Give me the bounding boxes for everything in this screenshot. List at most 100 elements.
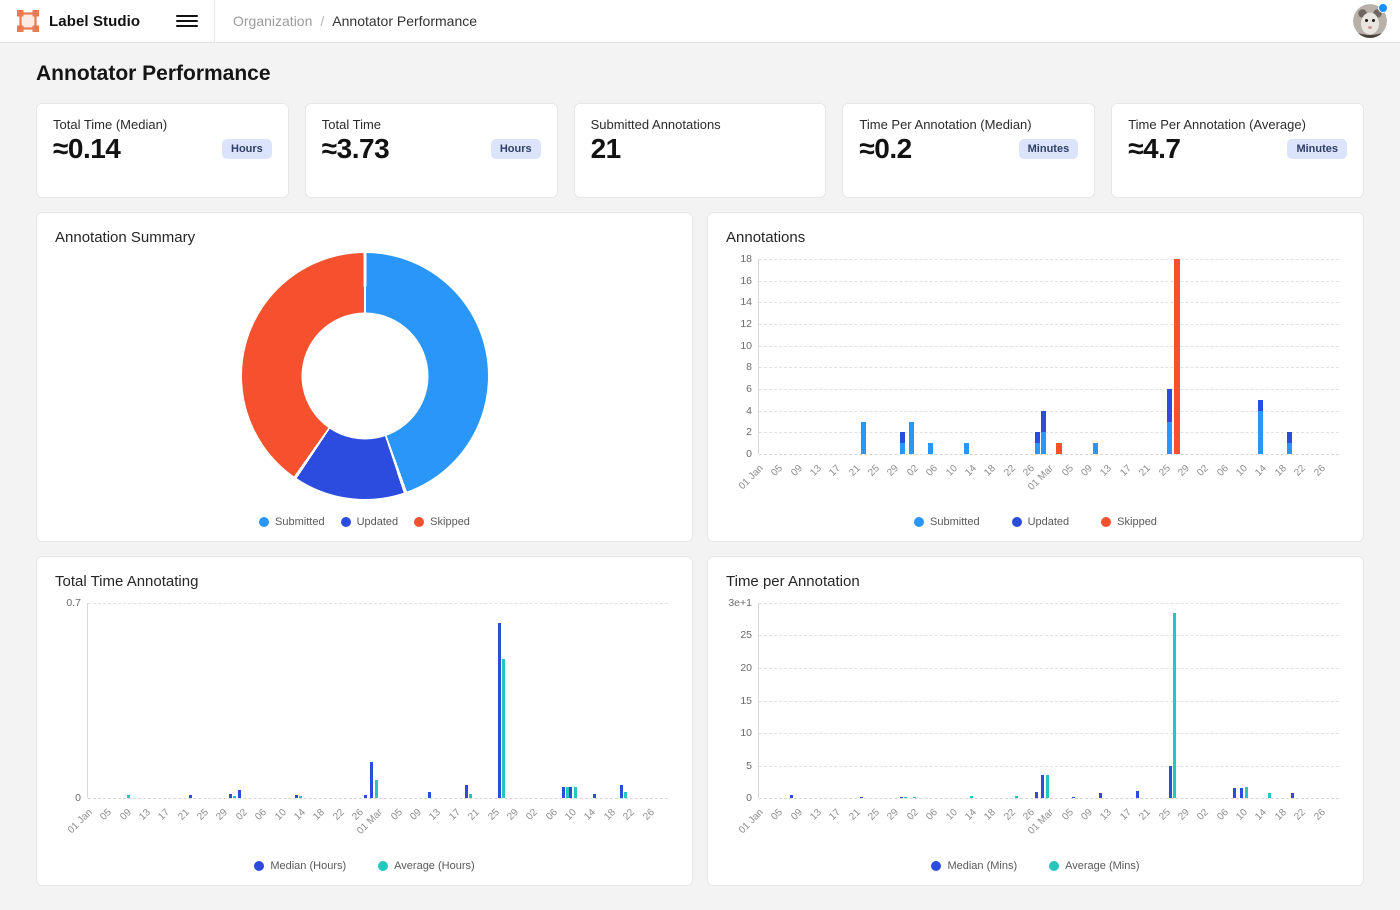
bar-segment bbox=[1245, 787, 1248, 798]
legend-item-updated[interactable]: Updated bbox=[341, 516, 399, 528]
bar-segment bbox=[620, 785, 623, 798]
bar[interactable] bbox=[1136, 603, 1139, 798]
legend-item-updated[interactable]: Updated bbox=[1012, 516, 1070, 528]
bar[interactable] bbox=[1240, 603, 1243, 798]
bar[interactable] bbox=[970, 603, 973, 798]
bar[interactable] bbox=[375, 603, 378, 798]
x-axis-label: 22 bbox=[1002, 807, 1018, 823]
legend-item-average-hours-[interactable]: Average (Hours) bbox=[378, 860, 475, 872]
legend-dot bbox=[914, 517, 924, 527]
legend-item-submitted[interactable]: Submitted bbox=[259, 516, 325, 528]
bar[interactable] bbox=[1072, 603, 1075, 798]
x-axis-label: 14 bbox=[1254, 463, 1270, 479]
bar[interactable] bbox=[498, 603, 501, 798]
bar[interactable] bbox=[860, 603, 863, 798]
x-axis-label: 09 bbox=[118, 807, 134, 823]
x-axis-label: 01 Jan bbox=[66, 807, 95, 836]
y-axis-label: 0 bbox=[746, 448, 752, 460]
bar[interactable] bbox=[1093, 259, 1098, 454]
user-avatar[interactable] bbox=[1353, 4, 1387, 38]
bar[interactable] bbox=[189, 603, 192, 798]
bar[interactable] bbox=[1233, 603, 1236, 798]
bar[interactable] bbox=[1167, 259, 1172, 454]
bar-segment bbox=[1169, 766, 1172, 798]
bar[interactable] bbox=[900, 259, 905, 454]
y-axis-label: 3e+1 bbox=[728, 597, 752, 609]
bar[interactable] bbox=[1041, 259, 1046, 454]
bar[interactable] bbox=[127, 603, 130, 798]
plot-area: 0.70 bbox=[87, 603, 668, 798]
bar[interactable] bbox=[574, 603, 577, 798]
bar[interactable] bbox=[1258, 259, 1263, 454]
bar[interactable] bbox=[1041, 603, 1044, 798]
bar[interactable] bbox=[1173, 603, 1176, 798]
bar[interactable] bbox=[913, 603, 916, 798]
bar[interactable] bbox=[1035, 259, 1040, 454]
bar[interactable] bbox=[428, 603, 431, 798]
bar-segment bbox=[502, 659, 505, 798]
bar[interactable] bbox=[1015, 603, 1018, 798]
bar[interactable] bbox=[1291, 603, 1294, 798]
bar[interactable] bbox=[1099, 603, 1102, 798]
bar[interactable] bbox=[469, 603, 472, 798]
legend-label: Submitted bbox=[275, 516, 325, 528]
bar[interactable] bbox=[861, 259, 866, 454]
bar[interactable] bbox=[1174, 259, 1180, 454]
bar[interactable] bbox=[1056, 259, 1062, 454]
donut-chart[interactable] bbox=[242, 253, 488, 499]
x-axis-label: 18 bbox=[983, 807, 999, 823]
stat-card-submitted-annotations: Submitted Annotations 21 bbox=[574, 103, 827, 198]
x-axis-label: 13 bbox=[1099, 463, 1115, 479]
legend-item-submitted[interactable]: Submitted bbox=[914, 516, 980, 528]
legend-item-median-hours-[interactable]: Median (Hours) bbox=[254, 860, 346, 872]
bar[interactable] bbox=[233, 603, 236, 798]
bar[interactable] bbox=[364, 603, 367, 798]
legend-item-skipped[interactable]: Skipped bbox=[414, 516, 470, 528]
bar[interactable] bbox=[964, 259, 969, 454]
bar[interactable] bbox=[569, 603, 572, 798]
bar[interactable] bbox=[562, 603, 565, 798]
bar[interactable] bbox=[1245, 603, 1248, 798]
bar[interactable] bbox=[229, 603, 232, 798]
bar[interactable] bbox=[593, 603, 596, 798]
bar[interactable] bbox=[904, 603, 907, 798]
hamburger-menu-icon[interactable] bbox=[176, 13, 198, 29]
bar[interactable] bbox=[465, 603, 468, 798]
bar-segment bbox=[1136, 791, 1139, 798]
gridline bbox=[759, 603, 1339, 604]
y-axis-label: 6 bbox=[746, 383, 752, 395]
x-axis-label: 10 bbox=[1234, 463, 1250, 479]
bar[interactable] bbox=[238, 603, 241, 798]
x-axis-label: 29 bbox=[505, 807, 521, 823]
time-per-annotation-chart: Time per Annotation 3e+12520151050 01 Ja… bbox=[707, 556, 1364, 886]
y-axis-label: 10 bbox=[740, 340, 752, 352]
legend-dot bbox=[1049, 861, 1059, 871]
bar[interactable] bbox=[1268, 603, 1271, 798]
y-axis-label: 14 bbox=[740, 296, 752, 308]
breadcrumb-current-page: Annotator Performance bbox=[332, 13, 477, 29]
bar[interactable] bbox=[909, 259, 914, 454]
bar[interactable] bbox=[790, 603, 793, 798]
bar[interactable] bbox=[1287, 259, 1292, 454]
legend-item-skipped[interactable]: Skipped bbox=[1101, 516, 1157, 528]
bar[interactable] bbox=[370, 603, 373, 798]
bar[interactable] bbox=[928, 259, 933, 454]
x-axis-label: 25 bbox=[195, 807, 211, 823]
breadcrumb-organization[interactable]: Organization bbox=[233, 13, 312, 29]
bar[interactable] bbox=[900, 603, 903, 798]
legend-item-median-mins-[interactable]: Median (Mins) bbox=[931, 860, 1017, 872]
bar[interactable] bbox=[1169, 603, 1172, 798]
legend-label: Median (Hours) bbox=[270, 860, 346, 872]
bar[interactable] bbox=[299, 603, 302, 798]
bar[interactable] bbox=[1046, 603, 1049, 798]
bar[interactable] bbox=[624, 603, 627, 798]
x-axis-label: 18 bbox=[983, 463, 999, 479]
bar[interactable] bbox=[502, 603, 505, 798]
bar[interactable] bbox=[295, 603, 298, 798]
legend-item-average-mins-[interactable]: Average (Mins) bbox=[1049, 860, 1139, 872]
bar[interactable] bbox=[1035, 603, 1038, 798]
bar[interactable] bbox=[620, 603, 623, 798]
label-studio-logo-link[interactable]: Label Studio bbox=[16, 9, 140, 33]
legend-label: Skipped bbox=[1117, 516, 1157, 528]
x-axis-label: 22 bbox=[621, 807, 637, 823]
